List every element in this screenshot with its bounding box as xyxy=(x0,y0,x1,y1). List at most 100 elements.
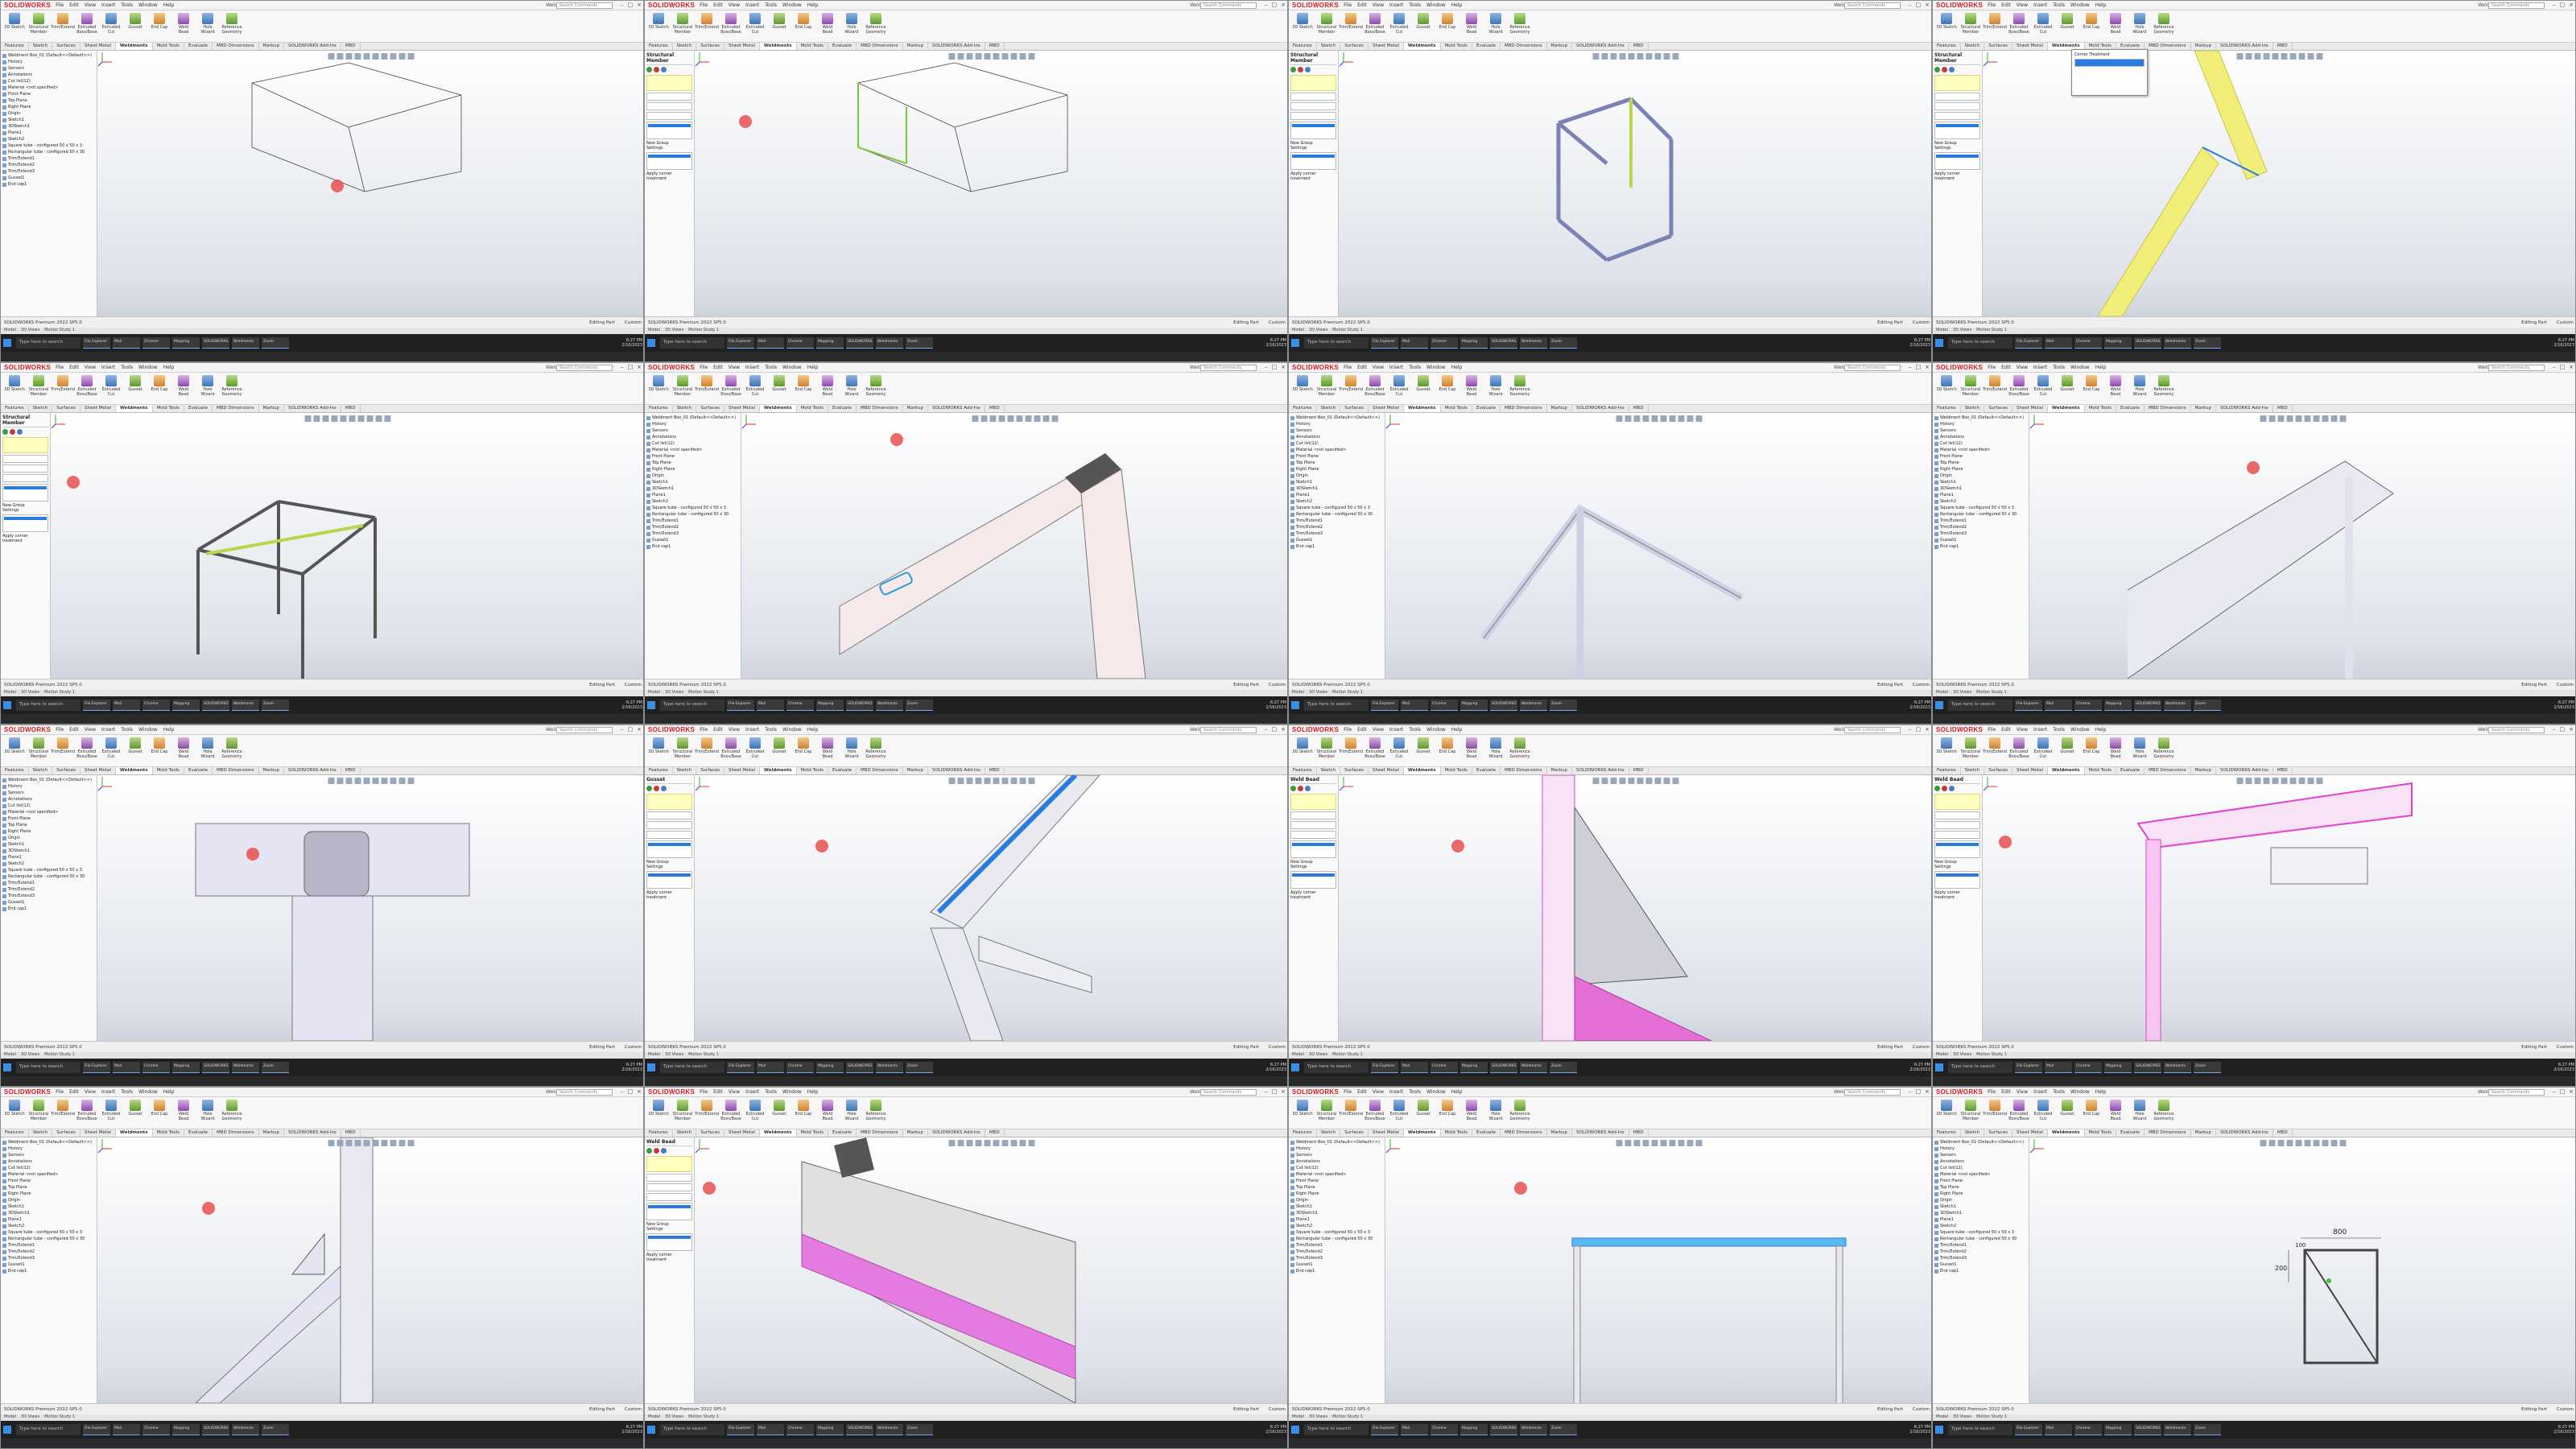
ribbon-button-gusset[interactable]: Gusset xyxy=(1413,737,1434,764)
tree-item[interactable]: Origin xyxy=(2,1197,95,1203)
units-select[interactable]: Custom xyxy=(1913,1045,1930,1050)
menu-item-view[interactable]: View xyxy=(1373,727,1384,733)
tab-sketch[interactable]: Sketch xyxy=(1317,1129,1341,1137)
tree-item[interactable]: Cut list(12) xyxy=(1290,440,1383,447)
tab-mold-tools[interactable]: Mold Tools xyxy=(797,405,828,412)
taskbar-app-mapping[interactable]: Mapping xyxy=(816,1424,844,1435)
tab-evaluate[interactable]: Evaluate xyxy=(184,1129,213,1137)
menu-item-tools[interactable]: Tools xyxy=(121,2,133,8)
taskbar-app-file-explorer[interactable]: File Explorer xyxy=(727,1424,754,1435)
ribbon-button-extruded-cut[interactable]: Extruded Cut xyxy=(745,13,766,39)
ribbon-button-trim-extend[interactable]: Trim/Extend xyxy=(695,737,719,764)
tab-mbd[interactable]: MBD xyxy=(2273,767,2293,774)
menu-item-file[interactable]: File xyxy=(56,2,64,8)
menu-item-tools[interactable]: Tools xyxy=(1409,365,1421,370)
ribbon-button-extruded-cut[interactable]: Extruded Cut xyxy=(101,13,122,39)
ribbon-button-end-cap[interactable]: End Cap xyxy=(793,1100,814,1126)
menu-item-view[interactable]: View xyxy=(729,2,740,8)
taskbar-search[interactable]: Type here to search xyxy=(1304,1062,1368,1073)
tab-weldments[interactable]: Weldments xyxy=(115,1129,153,1137)
menu-item-file[interactable]: File xyxy=(1988,2,1996,8)
tree-item[interactable]: Material <not specified> xyxy=(2,1171,95,1178)
menu-item-window[interactable]: Window xyxy=(1426,365,1446,370)
tree-item[interactable]: 3DSketch1 xyxy=(2,123,95,130)
taskbar-app-zoom[interactable]: Zoom xyxy=(1550,700,1577,711)
tree-item[interactable]: Origin xyxy=(1290,473,1383,479)
minimize-icon[interactable]: – xyxy=(1909,2,1912,8)
tab-evaluate[interactable]: Evaluate xyxy=(1472,1129,1501,1137)
ribbon-button-trim-extend[interactable]: Trim/Extend xyxy=(1983,13,2007,39)
menu-item-tools[interactable]: Tools xyxy=(1409,2,1421,8)
view-tool-icon[interactable] xyxy=(328,778,335,784)
tree-item[interactable]: Origin xyxy=(2,835,95,841)
ribbon-button-extruded-boss-base[interactable]: Extruded Boss/Base xyxy=(76,1100,97,1126)
tree-item[interactable]: Trim/Extend3 xyxy=(1934,1255,2027,1261)
tree-item[interactable]: Trim/Extend3 xyxy=(2,168,95,175)
tab-sheet-metal[interactable]: Sheet Metal xyxy=(80,405,116,412)
standard-select[interactable] xyxy=(1934,93,1980,101)
view-tool-icon[interactable] xyxy=(363,53,370,60)
model-view[interactable] xyxy=(1385,1137,1932,1403)
view-tool-icon[interactable] xyxy=(349,415,356,422)
minimize-icon[interactable]: – xyxy=(1265,364,1268,370)
taskbar-app-mapping[interactable]: Mapping xyxy=(1460,700,1488,711)
view-tool-icon[interactable] xyxy=(1678,415,1685,422)
tab-weldments[interactable]: Weldments xyxy=(759,1129,797,1137)
units-select[interactable]: Custom xyxy=(2557,683,2574,687)
tab-motion-study-1[interactable]: Motion Study 1 xyxy=(688,690,719,696)
tab-weldments[interactable]: Weldments xyxy=(2047,1129,2085,1137)
view-tool-icon[interactable] xyxy=(1007,415,1014,422)
taskbar-app-solidworks[interactable]: SOLIDWORKS xyxy=(202,337,229,349)
graphics-area[interactable] xyxy=(695,1137,1287,1403)
ribbon-button-structural-member[interactable]: Structural Member xyxy=(28,737,49,764)
search-input[interactable]: Search Commands xyxy=(2488,365,2545,371)
tree-item[interactable]: Sketch2 xyxy=(1934,1223,2027,1229)
menu-item-window[interactable]: Window xyxy=(782,727,802,733)
ribbon-button-reference-geometry[interactable]: Reference Geometry xyxy=(865,13,886,39)
ribbon-button-end-cap[interactable]: End Cap xyxy=(149,13,170,39)
tree-item[interactable]: Top Plane xyxy=(1290,460,1383,466)
tab-solidworks-add-ins[interactable]: SOLIDWORKS Add-Ins xyxy=(2216,1129,2273,1137)
view-tool-icon[interactable] xyxy=(366,415,374,422)
close-icon[interactable]: × xyxy=(1281,364,1286,370)
tab-model[interactable]: Model xyxy=(1292,328,1304,334)
tree-item[interactable]: Top Plane xyxy=(2,822,95,828)
menu-item-view[interactable]: View xyxy=(85,365,96,370)
taskbar-app-file-explorer[interactable]: File Explorer xyxy=(83,337,110,349)
tree-item[interactable]: Rectangular tube - configured 50 x 30 xyxy=(2,873,95,880)
tree-item[interactable]: Sensors xyxy=(2,1152,95,1158)
tab-mbd-dimensions[interactable]: MBD Dimensions xyxy=(213,1129,259,1137)
view-tool-icon[interactable] xyxy=(948,53,956,60)
tab-sketch[interactable]: Sketch xyxy=(1961,767,1985,774)
tab-mbd[interactable]: MBD xyxy=(1629,767,1649,774)
ribbon-button-3d-sketch[interactable]: 3D Sketch xyxy=(4,1100,25,1126)
ribbon-button-hole-wizard[interactable]: Hole Wizard xyxy=(2129,737,2150,764)
tree-item[interactable]: Cut list(12) xyxy=(2,78,95,85)
ribbon-button-extruded-cut[interactable]: Extruded Cut xyxy=(2033,13,2054,39)
tab-model[interactable]: Model xyxy=(1292,690,1304,696)
tab-weldments[interactable]: Weldments xyxy=(759,43,797,50)
type-select[interactable] xyxy=(646,1183,692,1191)
menu-item-view[interactable]: View xyxy=(85,2,96,8)
view-tool-icon[interactable] xyxy=(372,1140,379,1146)
taskbar-app-file-explorer[interactable]: File Explorer xyxy=(727,1062,754,1073)
taskbar-app-solidworks[interactable]: SOLIDWORKS xyxy=(1490,1062,1517,1073)
view-tool-icon[interactable] xyxy=(1695,415,1703,422)
menu-item-help[interactable]: Help xyxy=(807,1089,819,1095)
taskbar-app-solidworks[interactable]: SOLIDWORKS xyxy=(1490,700,1517,711)
tree-item[interactable]: Trim/Extend1 xyxy=(1934,1242,2027,1249)
tree-item[interactable]: Trim/Extend3 xyxy=(1290,530,1383,537)
close-icon[interactable]: × xyxy=(2569,726,2574,733)
standard-select[interactable] xyxy=(1290,93,1336,101)
taskbar-app-chrome[interactable]: Chrome xyxy=(2074,1062,2102,1073)
tree-item[interactable]: 3DSketch1 xyxy=(1934,1210,2027,1216)
ribbon-button-reference-geometry[interactable]: Reference Geometry xyxy=(221,13,242,39)
taskbar-app-mapping[interactable]: Mapping xyxy=(172,1424,200,1435)
tree-item[interactable]: Trim/Extend1 xyxy=(1290,1242,1383,1249)
tree-item[interactable]: Weldment Box_01 (Default<<Default>>) xyxy=(1290,415,1383,421)
units-select[interactable]: Custom xyxy=(625,1407,642,1412)
tab-evaluate[interactable]: Evaluate xyxy=(828,1129,857,1137)
ribbon-button-gusset[interactable]: Gusset xyxy=(2057,13,2078,39)
taskbar-app-mapping[interactable]: Mapping xyxy=(816,1062,844,1073)
view-tool-icon[interactable] xyxy=(1619,778,1626,784)
